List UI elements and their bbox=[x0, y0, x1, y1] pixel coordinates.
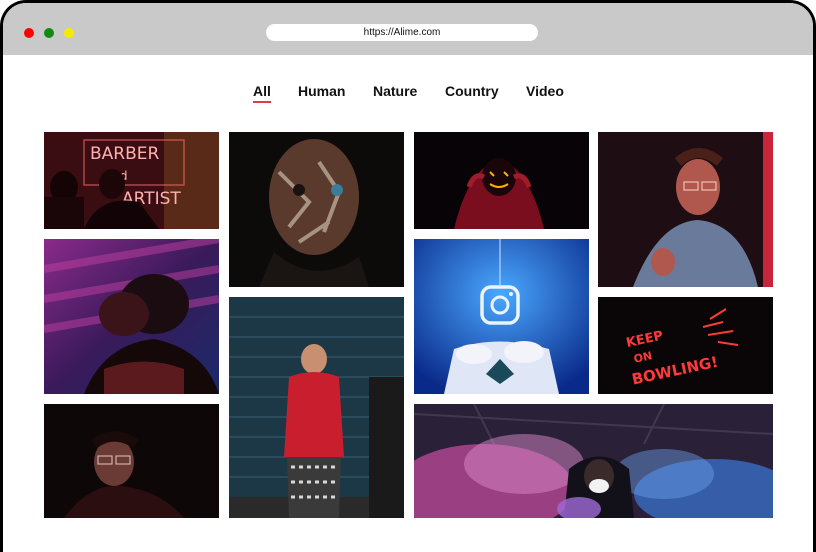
glasses-man-photo bbox=[598, 132, 773, 287]
gallery-item-red-hoodie[interactable] bbox=[229, 297, 404, 518]
gallery-item-bowling-sign[interactable]: KEEP ON BOWLING! bbox=[598, 297, 773, 394]
tab-all[interactable]: All bbox=[253, 83, 271, 103]
instagram-room-photo bbox=[414, 239, 589, 394]
gallery-item-barber[interactable]: BARBER And ARTIST bbox=[44, 132, 219, 229]
gallery-item-painted-face[interactable] bbox=[229, 132, 404, 287]
gallery-item-led-mask[interactable] bbox=[414, 132, 589, 229]
smoke-mask-photo bbox=[414, 404, 773, 518]
address-bar[interactable]: https://Alime.com bbox=[266, 24, 538, 41]
neon-text-line-1: BARBER bbox=[90, 144, 160, 164]
filter-tabs: All Human Nature Country Video bbox=[3, 83, 813, 105]
dark-man-photo bbox=[44, 404, 219, 518]
gallery-item-smoke-mask[interactable] bbox=[414, 404, 773, 518]
led-mask-photo bbox=[414, 132, 589, 229]
pink-light-man-photo bbox=[44, 239, 219, 394]
gallery-item-pink-light-man[interactable] bbox=[44, 239, 219, 394]
gallery-item-dark-man[interactable] bbox=[44, 404, 219, 518]
bowling-sign-photo: KEEP ON BOWLING! bbox=[598, 297, 773, 394]
tab-human[interactable]: Human bbox=[298, 83, 345, 99]
maximize-window-button[interactable] bbox=[44, 28, 54, 38]
minimize-window-button[interactable] bbox=[64, 28, 74, 38]
painted-face-photo bbox=[229, 132, 404, 287]
close-window-button[interactable] bbox=[24, 28, 34, 38]
tab-nature[interactable]: Nature bbox=[373, 83, 417, 99]
browser-window: https://Alime.com All Human Nature Count… bbox=[0, 0, 816, 552]
browser-titlebar: https://Alime.com bbox=[3, 3, 813, 55]
barber-photo: BARBER And ARTIST bbox=[44, 132, 219, 229]
tab-video[interactable]: Video bbox=[526, 83, 564, 99]
gallery-item-glasses-man[interactable] bbox=[598, 132, 773, 287]
gallery-item-instagram-room[interactable] bbox=[414, 239, 589, 394]
tab-country[interactable]: Country bbox=[445, 83, 499, 99]
red-hoodie-photo bbox=[229, 297, 404, 518]
